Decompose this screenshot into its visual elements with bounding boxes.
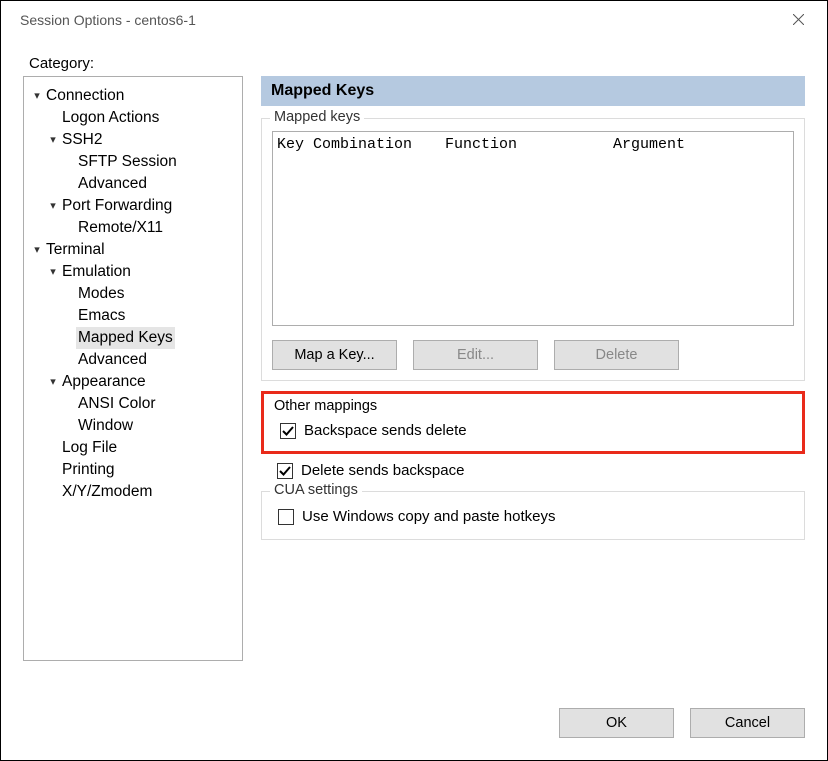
caret-down-icon [30, 85, 44, 107]
ok-button[interactable]: OK [559, 708, 674, 738]
tree-remote-x11[interactable]: Remote/X11 [28, 217, 238, 239]
other-mappings-group: Other mappings Backspace sends delete [261, 391, 805, 454]
mapped-keys-legend: Mapped keys [270, 109, 364, 125]
tree-sftp-session[interactable]: SFTP Session [28, 151, 238, 173]
col-function[interactable]: Function [445, 136, 613, 153]
tree-appearance[interactable]: Appearance [28, 371, 238, 393]
dialog-footer: OK Cancel [559, 708, 805, 738]
tree-port-forwarding[interactable]: Port Forwarding [28, 195, 238, 217]
tree-xyzmodem[interactable]: X/Y/Zmodem [28, 481, 238, 503]
col-argument[interactable]: Argument [613, 136, 789, 153]
caret-down-icon [46, 261, 60, 283]
tree-advanced-ssh[interactable]: Advanced [28, 173, 238, 195]
tree-mapped-keys[interactable]: Mapped Keys [28, 327, 238, 349]
col-key-combination[interactable]: Key Combination [277, 136, 445, 153]
session-options-window: Session Options - centos6-1 Category: Co… [0, 0, 828, 761]
checkbox-unchecked-icon[interactable] [278, 509, 294, 525]
window-title: Session Options - centos6-1 [20, 12, 196, 28]
settings-panel: Mapped Keys Mapped keys Key Combination … [261, 76, 805, 550]
titlebar: Session Options - centos6-1 [5, 5, 823, 35]
tree-connection[interactable]: Connection [28, 85, 238, 107]
tree-ssh2[interactable]: SSH2 [28, 129, 238, 151]
cua-settings-group: CUA settings Use Windows copy and paste … [261, 491, 805, 540]
tree-window[interactable]: Window [28, 415, 238, 437]
caret-down-icon [30, 239, 44, 261]
tree-printing[interactable]: Printing [28, 459, 238, 481]
category-tree[interactable]: Connection Logon Actions SSH2 SFTP Sessi… [23, 76, 243, 661]
use-windows-hotkeys-row[interactable]: Use Windows copy and paste hotkeys [272, 504, 794, 529]
tree-modes[interactable]: Modes [28, 283, 238, 305]
edit-button[interactable]: Edit... [413, 340, 538, 370]
tree-emulation[interactable]: Emulation [28, 261, 238, 283]
list-header: Key Combination Function Argument [273, 132, 793, 153]
backspace-sends-delete-row[interactable]: Backspace sends delete [274, 418, 792, 443]
page-title: Mapped Keys [261, 76, 805, 106]
map-a-key-button[interactable]: Map a Key... [272, 340, 397, 370]
close-icon [793, 12, 804, 28]
mapped-keys-group: Mapped keys Key Combination Function Arg… [261, 118, 805, 381]
checkbox-checked-icon[interactable] [280, 423, 296, 439]
use-windows-hotkeys-label: Use Windows copy and paste hotkeys [302, 508, 555, 525]
tree-emacs[interactable]: Emacs [28, 305, 238, 327]
delete-sends-backspace-label: Delete sends backspace [301, 462, 464, 479]
backspace-sends-delete-label: Backspace sends delete [304, 422, 467, 439]
delete-sends-backspace-row[interactable]: Delete sends backspace [273, 458, 793, 483]
other-mappings-legend: Other mappings [274, 398, 792, 414]
caret-down-icon [46, 129, 60, 151]
mapped-keys-list[interactable]: Key Combination Function Argument [272, 131, 794, 326]
cancel-button[interactable]: Cancel [690, 708, 805, 738]
checkbox-checked-icon[interactable] [277, 463, 293, 479]
tree-terminal[interactable]: Terminal [28, 239, 238, 261]
tree-advanced-emulation[interactable]: Advanced [28, 349, 238, 371]
cua-settings-legend: CUA settings [270, 482, 362, 498]
caret-down-icon [46, 371, 60, 393]
tree-log-file[interactable]: Log File [28, 437, 238, 459]
tree-logon-actions[interactable]: Logon Actions [28, 107, 238, 129]
close-button[interactable] [783, 5, 813, 35]
tree-ansi-color[interactable]: ANSI Color [28, 393, 238, 415]
caret-down-icon [46, 195, 60, 217]
category-label: Category: [29, 55, 805, 72]
delete-button[interactable]: Delete [554, 340, 679, 370]
